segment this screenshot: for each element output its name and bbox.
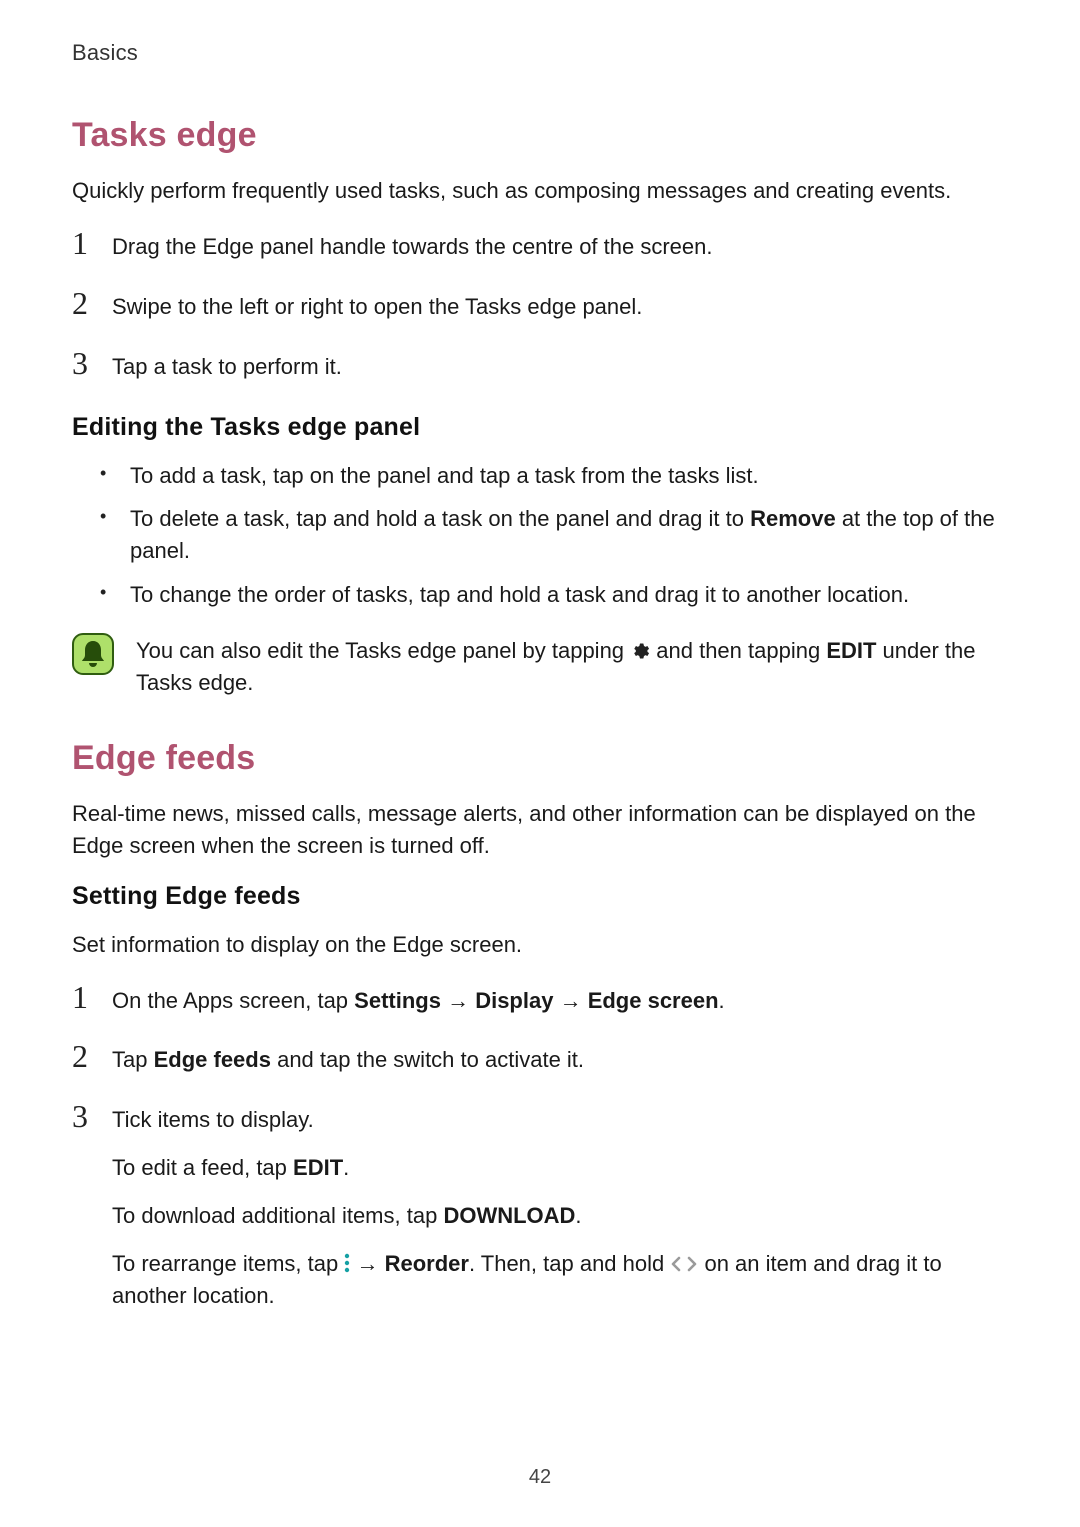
text: . xyxy=(343,1155,349,1180)
step-text: On the Apps screen, tap Settings → Displ… xyxy=(112,985,1008,1017)
text: and then tapping xyxy=(650,638,826,663)
tip-bell-icon xyxy=(72,633,114,675)
section-breadcrumb: Basics xyxy=(72,40,1008,66)
sub-text: To rearrange items, tap → Reorder. Then,… xyxy=(112,1248,1008,1312)
setting-edge-feeds-intro: Set information to display on the Edge s… xyxy=(72,929,1008,961)
list-item: 1 Drag the Edge panel handle towards the… xyxy=(72,227,1008,263)
step-number: 2 xyxy=(72,1040,94,1072)
arrow: → xyxy=(350,1251,384,1276)
tasks-steps: 1 Drag the Edge panel handle towards the… xyxy=(72,227,1008,383)
step-number: 1 xyxy=(72,227,94,259)
step-number: 1 xyxy=(72,981,94,1013)
step-text: Swipe to the left or right to open the T… xyxy=(112,291,1008,323)
remove-label: Remove xyxy=(750,506,836,531)
bullet-add-task: To add a task, tap on the panel and tap … xyxy=(100,460,1008,492)
edge-feeds-intro: Real-time news, missed calls, message al… xyxy=(72,798,1008,862)
manual-page: Basics Tasks edge Quickly perform freque… xyxy=(0,0,1080,1527)
list-item: 2 Tap Edge feeds and tap the switch to a… xyxy=(72,1040,1008,1076)
settings-label: Settings xyxy=(354,988,441,1013)
edge-screen-label: Edge screen xyxy=(588,988,719,1013)
text: To edit a feed, tap xyxy=(112,1155,293,1180)
editing-tasks-bullets: To add a task, tap on the panel and tap … xyxy=(72,460,1008,612)
text: You can also edit the Tasks edge panel b… xyxy=(136,638,630,663)
list-item: 3 Tick items to display. To edit a feed,… xyxy=(72,1100,1008,1311)
tip-callout: You can also edit the Tasks edge panel b… xyxy=(72,633,1008,699)
download-label: DOWNLOAD xyxy=(443,1203,575,1228)
arrow: → xyxy=(553,988,587,1013)
text: and tap the switch to activate it. xyxy=(271,1047,584,1072)
gear-icon xyxy=(630,638,650,658)
bullet-delete-task: To delete a task, tap and hold a task on… xyxy=(100,503,1008,567)
tasks-edge-intro: Quickly perform frequently used tasks, s… xyxy=(72,175,1008,207)
tasks-edge-title: Tasks edge xyxy=(72,116,1008,155)
edge-feeds-title: Edge feeds xyxy=(72,739,1008,778)
step-number: 3 xyxy=(72,347,94,379)
text: Tick items to display. xyxy=(112,1107,314,1132)
edit-label: EDIT xyxy=(293,1155,343,1180)
text: To rearrange items, tap xyxy=(112,1251,344,1276)
text: Tap xyxy=(112,1047,154,1072)
tip-text: You can also edit the Tasks edge panel b… xyxy=(136,633,1008,699)
page-number: 42 xyxy=(0,1466,1080,1489)
bullet-reorder-task: To change the order of tasks, tap and ho… xyxy=(100,579,1008,611)
step-text: Drag the Edge panel handle towards the c… xyxy=(112,231,1008,263)
sub-text: To edit a feed, tap EDIT. xyxy=(112,1152,1008,1184)
text: . xyxy=(575,1203,581,1228)
reorder-label: Reorder xyxy=(385,1251,469,1276)
step-text: Tap a task to perform it. xyxy=(112,351,1008,383)
step-number: 2 xyxy=(72,287,94,319)
text: To download additional items, tap xyxy=(112,1203,443,1228)
editing-tasks-title: Editing the Tasks edge panel xyxy=(72,413,1008,442)
edge-feeds-label: Edge feeds xyxy=(154,1047,271,1072)
step-text: Tap Edge feeds and tap the switch to act… xyxy=(112,1044,1008,1076)
feeds-steps: 1 On the Apps screen, tap Settings → Dis… xyxy=(72,981,1008,1312)
edit-label: EDIT xyxy=(826,638,876,663)
text: To delete a task, tap and hold a task on… xyxy=(130,506,750,531)
text: . xyxy=(719,988,725,1013)
sub-text: To download additional items, tap DOWNLO… xyxy=(112,1200,1008,1232)
arrow: → xyxy=(441,988,475,1013)
step-text: Tick items to display. To edit a feed, t… xyxy=(112,1104,1008,1311)
step-number: 3 xyxy=(72,1100,94,1132)
reorder-handle-icon xyxy=(670,1251,698,1271)
text: . Then, tap and hold xyxy=(469,1251,670,1276)
setting-edge-feeds-title: Setting Edge feeds xyxy=(72,882,1008,911)
list-item: 3 Tap a task to perform it. xyxy=(72,347,1008,383)
list-item: 1 On the Apps screen, tap Settings → Dis… xyxy=(72,981,1008,1017)
text: On the Apps screen, tap xyxy=(112,988,354,1013)
list-item: 2 Swipe to the left or right to open the… xyxy=(72,287,1008,323)
display-label: Display xyxy=(475,988,553,1013)
